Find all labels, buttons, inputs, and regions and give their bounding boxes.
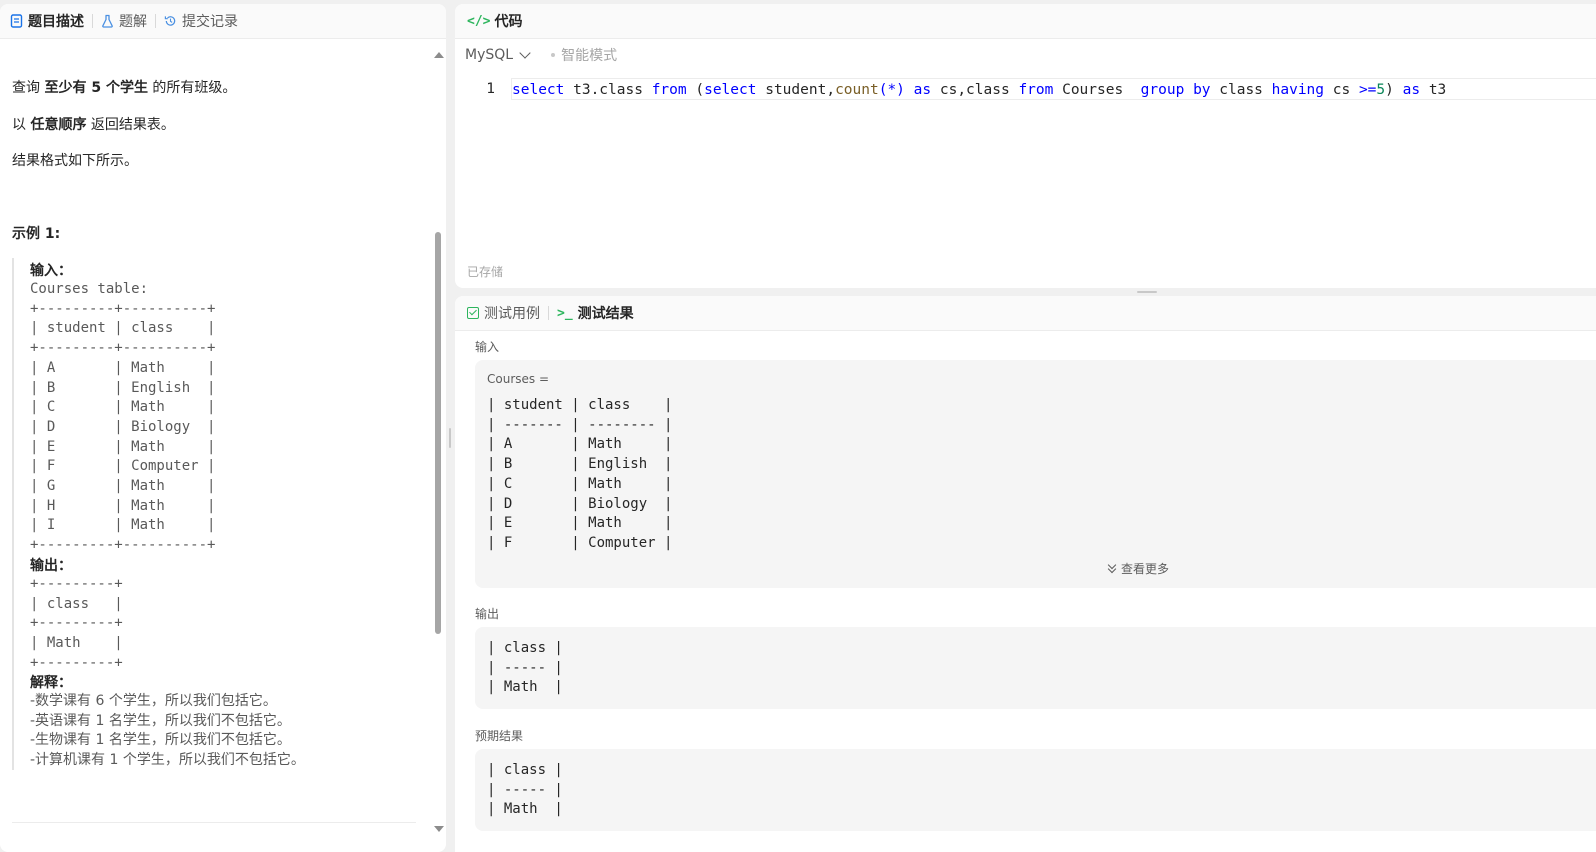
expected-section-label: 预期结果 [475,729,524,743]
example-input-table: Courses table: +---------+----------+ | … [30,281,216,554]
code-token: ( [686,82,705,98]
description-line: 查询 至少有 5 个学生 的所有班级。 [12,80,237,96]
language-label: MySQL [465,47,514,63]
code-token: t3.class [564,82,652,98]
code-token: group [1140,82,1185,98]
code-token: from [651,82,687,98]
line-number: 1 [486,81,495,97]
result-tabs: 测试用例 >_ 测试结果 [455,296,1596,331]
tab-solutions[interactable]: 题解 [93,4,155,38]
explanation-text: -数学课有 6 个学生，所以我们包括它。 -英语课有 1 名学生，所以我们不包括… [30,693,305,769]
vertical-scrollbar[interactable] [432,44,444,834]
expected-box: | class | | ----- | | Math | [475,749,1596,831]
code-token: t3 [1420,82,1447,98]
smart-mode-label: 智能模式 [561,48,618,64]
code-token: Courses [1053,82,1141,98]
saved-status: 已存储 [467,265,504,279]
example-title: 示例 1: [12,226,61,242]
code-token: having [1271,82,1325,98]
dot-icon [551,53,556,57]
code-token: >= [1358,82,1377,98]
code-token: select [512,82,565,98]
code-line[interactable]: select t3.class from (select student,cou… [511,78,1596,100]
scroll-down-arrow-icon[interactable] [434,826,444,832]
code-token: ) [1385,82,1403,98]
description-line: 以 任意顺序 返回结果表。 [12,117,175,133]
show-more-button[interactable]: 查看更多 [1107,560,1169,577]
code-token: cs [1324,82,1359,98]
tab-submissions[interactable]: 提交记录 [156,4,246,38]
code-token: as [1402,82,1421,98]
code-token: select [704,82,757,98]
output-section-label: 输出 [475,607,500,621]
tab-test-results[interactable]: >_ 测试结果 [549,303,642,323]
flask-icon [102,14,113,28]
tab-test-results-label: 测试结果 [577,306,634,322]
show-more-label: 查看更多 [1121,562,1170,576]
example-output-table: +---------+ | class | +---------+ | Math… [30,576,123,671]
tab-description-label: 题目描述 [28,14,84,30]
input-box: Courses = | student | class | | ------- … [475,360,1596,588]
code-token: 5 [1376,82,1386,98]
code-brackets-icon: </> [467,13,491,29]
chevron-down-icon [519,47,531,59]
explanation-label: 解释： [30,675,72,691]
panel-resize-handle-horizontal[interactable] [1137,291,1157,293]
panel-resize-handle-vertical[interactable] [449,428,451,448]
double-chevron-down-icon [1107,564,1117,574]
checkbox-icon [467,307,479,319]
tab-testcases-label: 测试用例 [484,306,540,322]
code-header: </> 代码 [455,4,1596,39]
example-block: 输入： Courses table: +---------+----------… [12,258,424,770]
code-token: as [913,82,932,98]
description-line: 结果格式如下所示。 [12,153,138,169]
result-panel: 测试用例 >_ 测试结果 输入 Courses = | student | cl… [455,296,1596,852]
problem-panel: 题目描述 题解 提交记录 查询 至少有 5 个学生 的所有班级。 以 任意顺序 … [0,4,446,852]
output-table: | class | | ----- | | Math | [487,640,563,696]
output-label: 输出： [30,558,72,574]
code-token: student, [756,82,836,98]
code-panel: </> 代码 MySQL 智能模式 1 select t3.class from… [455,4,1596,288]
code-token: by [1193,82,1211,98]
code-token: class [1210,82,1272,98]
input-label: 输入： [30,263,72,279]
scrollbar-thumb[interactable] [435,232,441,634]
divider [12,822,416,823]
tab-submissions-label: 提交记录 [182,14,238,30]
document-icon [10,14,23,28]
tab-testcases[interactable]: 测试用例 [455,303,548,323]
code-toolbar: MySQL 智能模式 [455,40,1596,70]
code-token: (*) [878,82,905,98]
code-token: cs,class [931,82,1019,98]
scroll-up-arrow-icon[interactable] [434,52,444,58]
tab-description[interactable]: 题目描述 [0,4,92,38]
tab-solutions-label: 题解 [119,14,147,30]
smart-mode-toggle[interactable]: 智能模式 [551,45,617,65]
problem-tabs: 题目描述 题解 提交记录 [0,4,446,39]
code-token: from [1018,82,1054,98]
output-box: | class | | ----- | | Math | [475,627,1596,709]
history-icon [164,16,176,26]
expected-table: | class | | ----- | | Math | [487,762,563,818]
code-token: count [835,82,879,98]
input-table: | student | class | | ------- | --------… [487,397,673,551]
code-editor[interactable]: 1 select t3.class from (select student,c… [455,78,1596,100]
terminal-icon: >_ [557,305,573,321]
code-title: 代码 [494,14,523,30]
input-variable: Courses = [487,372,550,386]
input-section-label: 输入 [475,340,500,354]
language-select[interactable]: MySQL [455,47,531,63]
